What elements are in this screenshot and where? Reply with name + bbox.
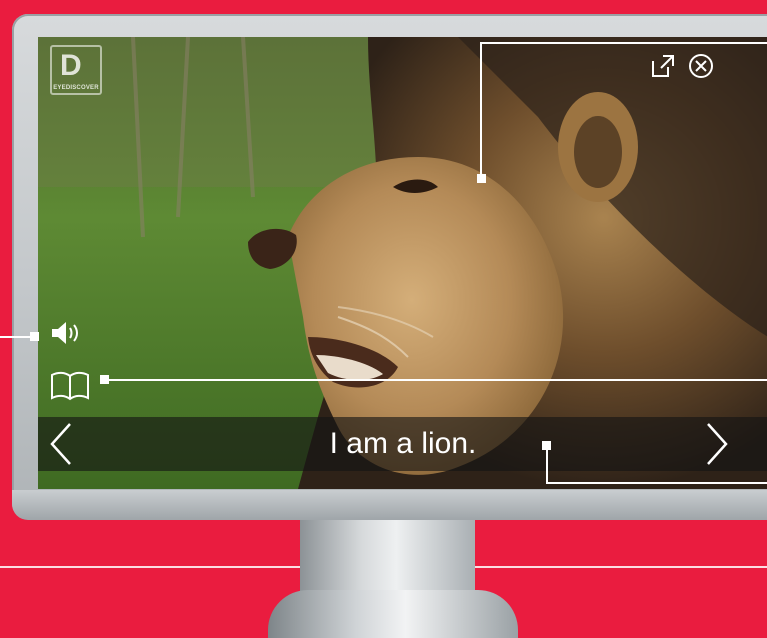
- callout-line-caption-bottom: [546, 482, 767, 484]
- callout-dot-book: [100, 375, 109, 384]
- speaker-icon[interactable]: [50, 319, 80, 347]
- open-book-icon[interactable]: [50, 369, 90, 401]
- chevron-right-icon[interactable]: [700, 421, 734, 467]
- callout-dot-caption: [542, 441, 551, 450]
- callout-line-caption: [546, 445, 548, 483]
- logo-wordmark: EYEDISCOVER: [53, 85, 99, 91]
- callout-line-image-top: [480, 42, 767, 44]
- caption-bar: I am a lion.: [38, 417, 767, 471]
- close-circle-x-icon[interactable]: [688, 53, 714, 79]
- caption-text: I am a lion.: [329, 427, 477, 460]
- eyediscover-logo: D EYEDISCOVER: [50, 45, 102, 95]
- viewer-screen: D EYEDISCOVER I am a lion.: [38, 37, 767, 489]
- external-link-icon[interactable]: [650, 53, 676, 79]
- monitor-base: [268, 590, 518, 638]
- monitor-bezel-bottom: [12, 490, 767, 520]
- callout-line-speaker: [0, 336, 32, 338]
- logo-mark: D: [60, 49, 82, 82]
- callout-line-book: [104, 379, 767, 381]
- callout-dot-speaker: [30, 332, 39, 341]
- callout-dot-image: [477, 174, 486, 183]
- callout-line-image: [480, 42, 482, 179]
